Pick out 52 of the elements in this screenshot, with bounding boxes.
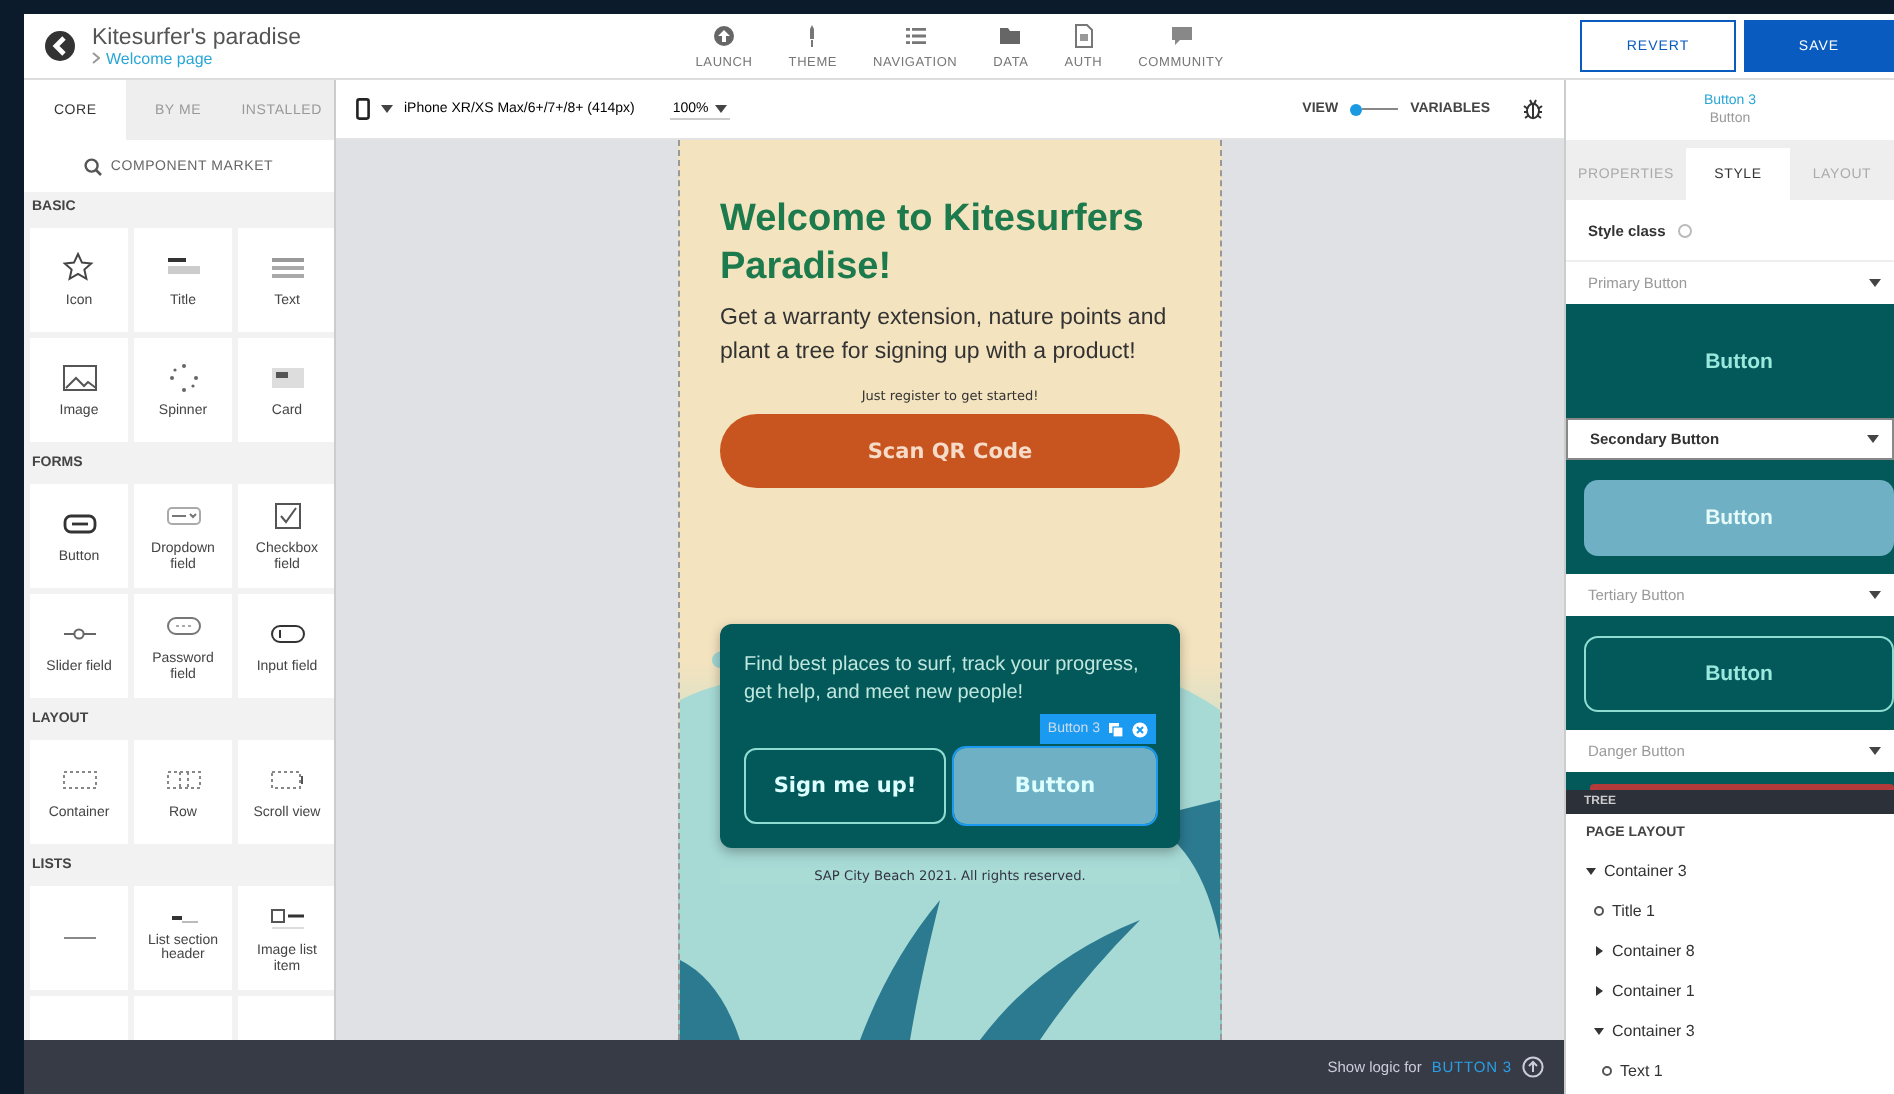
- image-icon: [61, 361, 97, 394]
- tertiary-button-preview[interactable]: Button: [1584, 635, 1894, 711]
- expanded-caret-icon[interactable]: [1594, 1025, 1604, 1035]
- expanded-caret-icon[interactable]: [1586, 865, 1596, 875]
- caret-icon: [1868, 278, 1882, 288]
- checkbox-icon: [269, 500, 305, 533]
- tree-item-label: Container 8: [1612, 941, 1695, 959]
- caret-icon: [714, 103, 729, 113]
- view-toggle[interactable]: [1350, 103, 1399, 115]
- info-icon: [1677, 223, 1692, 237]
- intro-text: Get a warranty extension, nature points and plant a tree for signing up with a product!: [720, 304, 1169, 368]
- star-icon: [61, 251, 97, 284]
- leaf-bullet-icon: [1594, 905, 1604, 915]
- bug-icon[interactable]: [1522, 98, 1544, 120]
- launch-icon: [712, 23, 737, 47]
- tree-item-label: Container 3: [1612, 1021, 1695, 1039]
- collapsed-caret-icon[interactable]: [1594, 985, 1604, 995]
- app-logo-icon: [44, 30, 76, 62]
- tree-item-label: Title 1: [1612, 901, 1655, 919]
- line-icon: [61, 936, 97, 940]
- page-title: Welcome to Kitesurfers Paradise!: [720, 196, 1146, 292]
- collapsed-caret-icon[interactable]: [1594, 945, 1604, 955]
- folder-icon: [998, 23, 1023, 47]
- copy-icon[interactable]: [1108, 721, 1124, 737]
- close-icon[interactable]: [1132, 721, 1148, 737]
- caret-icon: [380, 104, 394, 114]
- phone-icon: [356, 98, 370, 120]
- tree-item-label: Container 1: [1612, 981, 1695, 999]
- document-icon: [1071, 23, 1096, 47]
- tree-item[interactable]: Container 1: [1594, 970, 1874, 1010]
- tree-item-label: Container 3: [1604, 861, 1687, 879]
- app-title: Kitesurfer's paradise: [92, 25, 301, 49]
- card-text: Find best places to surf, track your progress, get help, and meet new people!: [744, 652, 1141, 708]
- caret-icon: [1868, 590, 1882, 600]
- tree-item[interactable]: Container 3: [1586, 850, 1874, 890]
- primary-button-preview[interactable]: Button: [1584, 323, 1894, 399]
- spinner-icon: [165, 361, 201, 394]
- list-icon: [903, 23, 928, 47]
- tree-item[interactable]: Container 8: [1594, 930, 1874, 970]
- leaf-bullet-icon: [1602, 1065, 1612, 1075]
- tree-item[interactable]: Title 1: [1594, 890, 1874, 930]
- tree-item-label: Text 1: [1620, 1061, 1663, 1079]
- chevron-icon: [92, 52, 100, 64]
- search-icon: [84, 157, 103, 175]
- tree-item[interactable]: Text 1: [1602, 1050, 1874, 1090]
- sign-up-button[interactable]: Sign me up!: [744, 748, 946, 824]
- arrow-up-circle-icon[interactable]: [1522, 1056, 1544, 1078]
- chat-icon: [1169, 23, 1194, 47]
- tree-item[interactable]: Container 3: [1594, 1010, 1874, 1050]
- component-tile[interactable]: [30, 886, 128, 990]
- caret-icon: [1866, 434, 1880, 444]
- caret-icon: [1868, 746, 1882, 756]
